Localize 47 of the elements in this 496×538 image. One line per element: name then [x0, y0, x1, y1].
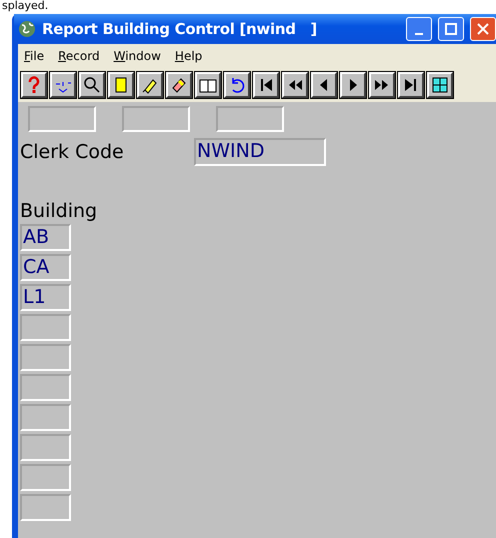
toolbar-button[interactable]: [195, 72, 221, 98]
globe-icon: [18, 20, 36, 38]
building-label: Building: [20, 200, 98, 222]
toolbar-button[interactable]: [369, 72, 395, 98]
building-field[interactable]: [20, 434, 71, 461]
building-field[interactable]: [20, 464, 71, 491]
eraser-icon: [170, 76, 188, 94]
menu-item[interactable]: File: [24, 49, 44, 63]
close-button[interactable]: [470, 17, 496, 41]
minimize-button[interactable]: [406, 17, 432, 41]
maximize-icon: [445, 23, 457, 35]
input-field[interactable]: [28, 106, 96, 132]
toolbar-button[interactable]: [427, 72, 453, 98]
toolbar-button[interactable]: [21, 72, 47, 98]
clerk-code-field[interactable]: NWIND: [194, 138, 326, 166]
toolbar-button[interactable]: [224, 72, 250, 98]
toolbar-button[interactable]: [282, 72, 308, 98]
toolbar-button[interactable]: [137, 72, 163, 98]
toolbar-button[interactable]: [50, 72, 76, 98]
toolbar-button[interactable]: [340, 72, 366, 98]
building-field[interactable]: [20, 374, 71, 401]
close-icon: [477, 23, 489, 35]
toolbar-button[interactable]: [398, 72, 424, 98]
building-field[interactable]: [20, 344, 71, 371]
menu-item[interactable]: Help: [174, 49, 202, 63]
toolbar-button[interactable]: [79, 72, 105, 98]
input-field[interactable]: [216, 106, 284, 132]
window-title: Report Building Control [nwind ]: [42, 20, 318, 38]
toolbar-button[interactable]: [311, 72, 337, 98]
search-icon: [83, 76, 101, 94]
building-field[interactable]: CA: [20, 254, 71, 281]
cut-off-text: splayed.: [1, 0, 50, 14]
toolbar-button[interactable]: [253, 72, 279, 98]
menu-item[interactable]: Record: [58, 49, 100, 63]
building-field[interactable]: L1: [20, 284, 71, 311]
maximize-button[interactable]: [438, 17, 464, 41]
toolbar-button[interactable]: [166, 72, 192, 98]
building-field[interactable]: [20, 404, 71, 431]
building-field[interactable]: [20, 314, 71, 341]
building-field[interactable]: [20, 494, 71, 521]
toolbar-button[interactable]: [108, 72, 134, 98]
grid-icon: [431, 76, 449, 94]
menu-item[interactable]: Window: [114, 49, 161, 63]
building-field[interactable]: AB: [20, 224, 71, 251]
clerk-code-label: Clerk Code: [20, 141, 125, 163]
minimize-icon: [415, 33, 423, 35]
input-field[interactable]: [122, 106, 190, 132]
